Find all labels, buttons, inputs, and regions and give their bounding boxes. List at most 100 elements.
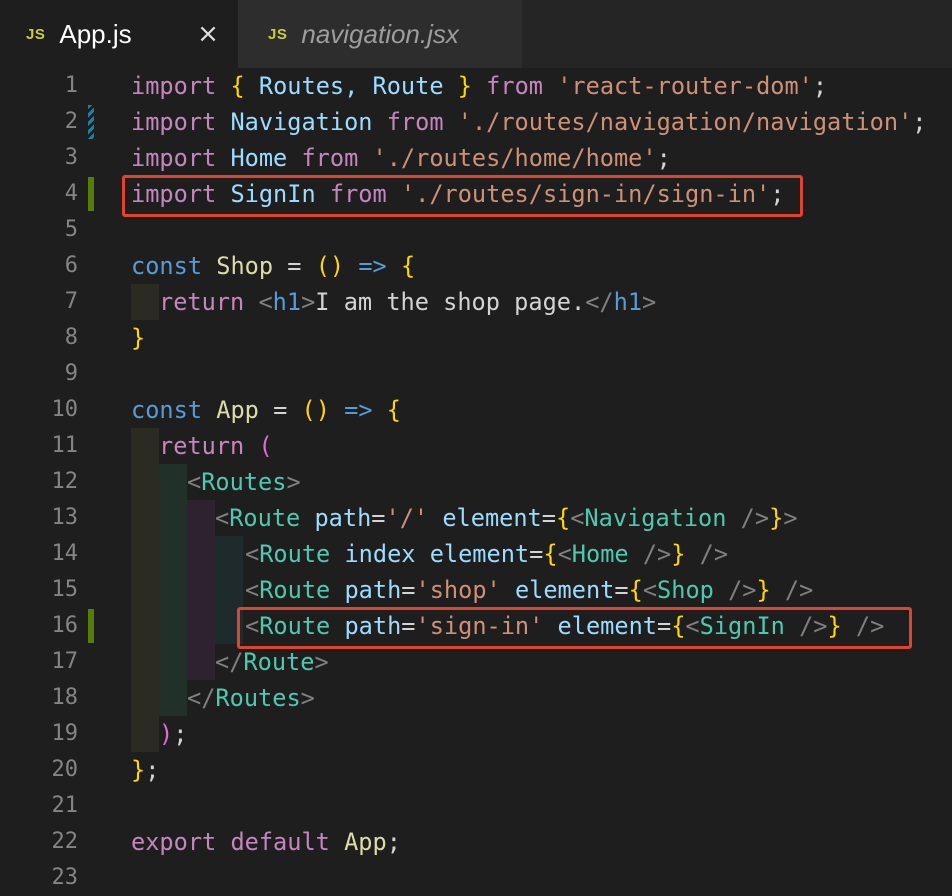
bracket-token: }	[457, 72, 472, 100]
tag-bracket-token: >	[642, 288, 657, 316]
string-token: './routes/navigation/navigation'	[443, 108, 913, 136]
tag-bracket-token: </	[215, 648, 244, 676]
punctuation-token: ;	[386, 828, 401, 856]
attribute-token: element	[428, 504, 542, 532]
tab-label: navigation.jsx	[301, 18, 459, 49]
component-name-token: Routes	[215, 684, 301, 712]
editor-tab-bar: JS App.js × JS navigation.jsx	[0, 0, 952, 68]
indent-guide	[131, 428, 159, 752]
punctuation-token: ;	[173, 720, 188, 748]
code-line-18: </Routes>	[187, 680, 315, 716]
keyword-token: export	[131, 828, 217, 856]
code-line-15: <Route path='shop' element={<Shop />} />	[245, 572, 813, 608]
tag-bracket-token: </	[187, 684, 216, 712]
indent-guide	[159, 464, 187, 716]
tag-bracket-token: <	[245, 576, 260, 604]
code-line-19: );	[159, 716, 187, 752]
identifier-token: Routes, Route	[244, 72, 458, 100]
attribute-token: element	[415, 540, 530, 568]
identifier-token: Home	[216, 144, 302, 172]
string-token: '/'	[385, 504, 429, 532]
code-line-10: const App = () => {	[131, 392, 401, 428]
tab-app-js[interactable]: JS App.js ×	[0, 0, 238, 68]
code-line-13: <Route path='/' element={<Navigation />}…	[215, 500, 798, 536]
jsx-text-token: I am the shop page.	[315, 288, 586, 316]
tag-bracket-token: <	[557, 540, 572, 568]
tag-bracket-token: >	[300, 684, 315, 712]
close-icon[interactable]: ×	[196, 18, 220, 50]
tag-bracket-token: <	[642, 576, 658, 604]
keyword-token: return	[159, 432, 245, 460]
bracket-token: {	[386, 396, 401, 424]
keyword-token: const	[131, 396, 203, 424]
string-token: 'shop'	[415, 576, 501, 604]
tag-bracket-token: />	[628, 540, 672, 568]
tag-bracket-token: <	[245, 540, 260, 568]
code-line-6: const Shop = () => {	[131, 248, 415, 284]
tag-name-token: h1	[613, 288, 643, 316]
code-line-22: export default App;	[131, 824, 401, 860]
string-token: 'react-router-dom'	[557, 72, 813, 100]
component-name-token: Route	[243, 648, 315, 676]
operator-token: =	[541, 504, 556, 532]
bracket-token: (	[301, 252, 330, 280]
javascript-file-icon: JS	[26, 25, 46, 43]
component-name-token: Route	[229, 504, 301, 532]
keyword-token: return	[159, 288, 245, 316]
bracket-token: }	[131, 756, 146, 784]
function-name-token: App	[329, 828, 387, 856]
bracket-token: )	[315, 396, 330, 424]
bracket-token: (	[258, 432, 273, 460]
tag-name-token: h1	[272, 288, 302, 316]
tab-navigation-jsx[interactable]: JS navigation.jsx	[238, 0, 522, 68]
component-name-token: Navigation	[584, 504, 727, 532]
indent-guide	[131, 284, 159, 320]
bracket-token: }	[756, 576, 771, 604]
code-line-8: }	[131, 320, 145, 356]
tag-bracket-token: />	[685, 540, 729, 568]
punctuation-token: ;	[812, 72, 828, 100]
keyword-token: default	[216, 828, 330, 856]
keyword-token: from	[471, 72, 558, 100]
tag-bracket-token: />	[726, 504, 770, 532]
indent-guide	[187, 500, 215, 680]
keyword-token: from	[301, 144, 359, 172]
code-line-1: import { Routes, Route } from 'react-rou…	[131, 68, 827, 104]
javascript-file-icon: JS	[268, 25, 288, 43]
code-line-20: };	[131, 752, 159, 788]
tag-bracket-token: >	[314, 648, 329, 676]
operator-token: =	[614, 576, 629, 604]
bracket-token: {	[543, 540, 558, 568]
tag-bracket-token: <	[187, 468, 202, 496]
component-name-token: Route	[259, 540, 331, 568]
operator-token: =	[273, 396, 288, 424]
function-name-token: App	[202, 396, 274, 424]
bracket-token: }	[131, 324, 146, 352]
tag-bracket-token: >	[783, 504, 798, 532]
code-editor[interactable]: import { Routes, Route } from 'react-rou…	[0, 68, 952, 876]
tag-bracket-token: />	[770, 576, 814, 604]
highlight-box	[237, 607, 912, 649]
code-line-14: <Route index element={<Home />} />	[245, 536, 728, 572]
bracket-token: {	[628, 576, 643, 604]
bracket-token: {	[555, 504, 571, 532]
attribute-token: path	[300, 504, 372, 532]
function-name-token: Shop	[202, 252, 288, 280]
arrow-token: =>	[344, 252, 401, 280]
punctuation-token: ;	[145, 756, 160, 784]
operator-token: =	[529, 540, 544, 568]
tag-bracket-token: <	[244, 288, 273, 316]
tag-bracket-token: <	[215, 504, 230, 532]
tag-bracket-token: >	[301, 288, 316, 316]
bracket-token: (	[287, 396, 316, 424]
tag-bracket-token: />	[713, 576, 757, 604]
operator-token: =	[287, 252, 302, 280]
bracket-token: {	[400, 252, 416, 280]
bracket-token: }	[769, 504, 784, 532]
highlight-box	[122, 175, 803, 217]
component-name-token: Home	[571, 540, 629, 568]
keyword-token: import	[131, 72, 217, 100]
keyword-token: import	[131, 144, 217, 172]
